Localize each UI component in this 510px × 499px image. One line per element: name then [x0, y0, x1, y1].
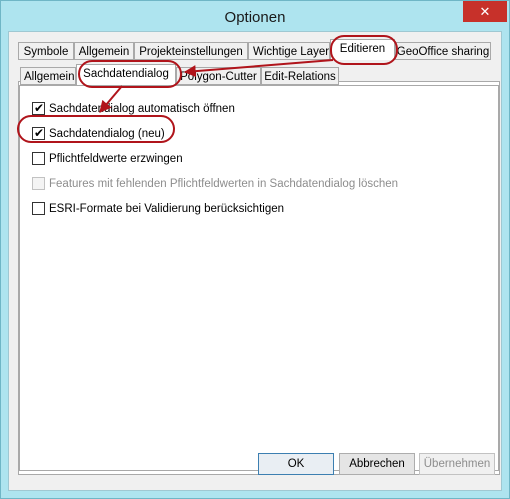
tab-symbole[interactable]: Symbole	[18, 42, 74, 60]
option-label: Pflichtfeldwerte erzwingen	[49, 153, 183, 165]
dialog-client: Symbole Allgemein Projekteinstellungen W…	[8, 31, 502, 491]
checkbox[interactable]	[32, 202, 45, 215]
tab-allgemein[interactable]: Allgemein	[74, 42, 134, 60]
window-title: Optionen	[224, 9, 286, 26]
tab-projekteinstellungen[interactable]: Projekteinstellungen	[134, 42, 248, 60]
option-label: ESRI-Formate bei Validierung berücksicht…	[49, 203, 285, 215]
check-icon: ✔	[33, 126, 45, 140]
option-label: Features mit fehlenden Pflichtfeldwerten…	[49, 178, 399, 190]
option-label: Sachdatendialog automatisch öffnen	[49, 103, 235, 115]
tab-geooffice-sharing[interactable]: GeoOffice sharing	[395, 42, 491, 60]
option-label: Sachdatendialog (neu)	[49, 128, 165, 140]
title-bar: Optionen ✕	[1, 1, 509, 33]
close-icon[interactable]: ✕	[463, 1, 507, 22]
subtab-sachdatendialog[interactable]: Sachdatendialog	[76, 64, 176, 85]
ok-button[interactable]: OK	[258, 453, 334, 475]
checkbox[interactable]: ✔	[32, 101, 45, 115]
checkbox	[32, 177, 45, 190]
apply-button: Übernehmen	[419, 453, 495, 475]
cancel-button[interactable]: Abbrechen	[339, 453, 415, 475]
check-icon: ✔	[33, 101, 45, 115]
tab-editieren[interactable]: Editieren	[330, 39, 395, 60]
tab-wichtige-layer[interactable]: Wichtige Layer	[248, 42, 330, 60]
checkbox[interactable]	[32, 152, 45, 165]
checkbox[interactable]: ✔	[32, 126, 45, 140]
subtab-frame: ✔ Sachdatendialog automatisch öffnen ✔ S…	[18, 81, 500, 475]
sachdatendialog-page: ✔ Sachdatendialog automatisch öffnen ✔ S…	[19, 85, 499, 471]
